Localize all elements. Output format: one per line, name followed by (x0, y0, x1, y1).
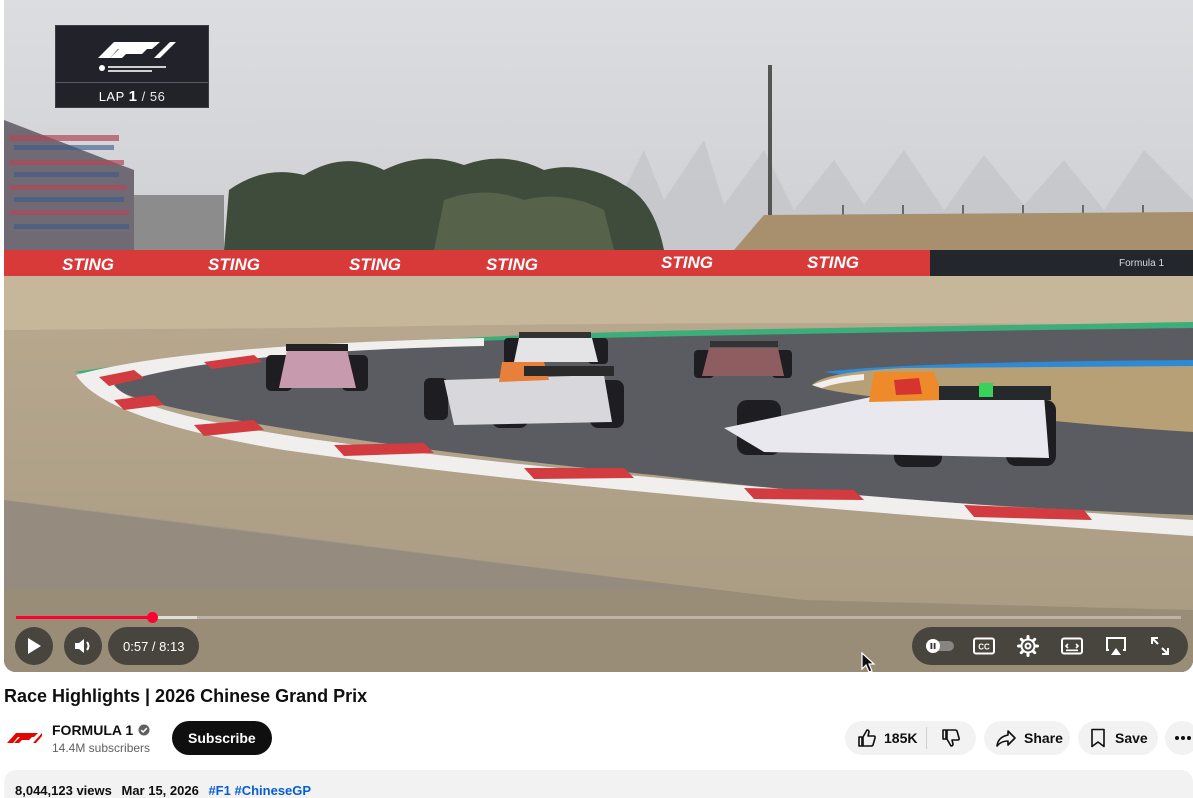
play-button[interactable] (15, 627, 53, 665)
fullscreen-button[interactable] (1142, 627, 1178, 665)
description-box[interactable]: 8,044,123 views Mar 15, 2026 #F1 #Chines… (4, 770, 1193, 798)
ad-board-text: STING (208, 255, 260, 274)
progress-played (16, 616, 153, 619)
thumbs-up-icon (858, 729, 876, 747)
dislike-button[interactable] (927, 728, 975, 748)
thumbs-down-icon (942, 729, 960, 747)
verified-badge-icon (138, 724, 150, 736)
volume-button[interactable] (64, 627, 102, 665)
lap-total: / 56 (141, 89, 166, 104)
captions-button[interactable]: CC (966, 627, 1002, 665)
fullscreen-icon (1151, 637, 1169, 655)
ad-board-text: STING (349, 255, 401, 274)
time-display: 0:57 / 8:13 (108, 627, 200, 665)
progress-bar[interactable] (16, 612, 1181, 623)
hashtag-link[interactable]: #F1 (208, 783, 230, 798)
settings-button[interactable] (1010, 627, 1046, 665)
like-count: 185K (884, 730, 918, 746)
settings-icon (1017, 635, 1039, 657)
captions-icon: CC (973, 637, 995, 655)
ad-board-text: Formula 1 (1119, 258, 1164, 269)
lap-divider (56, 82, 208, 83)
volume-icon (75, 639, 90, 653)
ad-board-text: STING (486, 255, 538, 274)
f1-logo-icon (98, 42, 176, 72)
upload-date: Mar 15, 2026 (121, 783, 199, 798)
airplay-icon (1106, 637, 1126, 655)
ad-board-text: STING (807, 253, 859, 272)
lap-word: LAP (98, 89, 125, 104)
channel-name-text[interactable]: FORMULA 1 (52, 722, 133, 738)
more-horizontal-icon (1175, 736, 1191, 740)
share-label: Share (1024, 730, 1063, 746)
more-actions-button[interactable] (1165, 721, 1193, 755)
video-title: Race Highlights | 2026 Chinese Grand Pri… (4, 686, 368, 706)
lap-label: LAP 1 / 56 (56, 88, 208, 105)
svg-text:CC: CC (978, 643, 990, 652)
share-icon (996, 730, 1016, 747)
subscribe-button[interactable]: Subscribe (172, 721, 272, 755)
save-button[interactable]: Save (1078, 721, 1158, 755)
channel-name[interactable]: FORMULA 1 (52, 722, 150, 738)
autoplay-toggle[interactable] (922, 627, 958, 665)
hashtag-link[interactable]: #ChineseGP (234, 783, 311, 798)
description-meta: 8,044,123 views Mar 15, 2026 #F1 #Chines… (15, 783, 311, 798)
mouse-cursor-icon (861, 652, 876, 673)
channel-row: FORMULA 1 14.4M subscribers Subscribe 18… (4, 718, 1193, 758)
autoplay-toggle-icon (926, 639, 954, 653)
like-dislike-group: 185K (845, 721, 976, 755)
video-player[interactable]: STING STING STING STING STING STING Form… (4, 0, 1193, 672)
channel-avatar[interactable] (6, 728, 42, 746)
save-label: Save (1115, 730, 1148, 746)
airplay-button[interactable] (1098, 627, 1134, 665)
player-right-controls: CC (912, 627, 1188, 665)
miniplayer-button[interactable] (1054, 627, 1090, 665)
bookmark-icon (1091, 728, 1105, 748)
view-count: 8,044,123 views (15, 783, 112, 798)
like-button[interactable]: 185K (845, 728, 926, 748)
ad-board-text: STING (62, 255, 114, 274)
lap-current: 1 (128, 88, 138, 105)
subscriber-count: 14.4M subscribers (52, 741, 151, 755)
lap-counter-overlay: LAP 1 / 56 (55, 25, 209, 108)
play-icon (28, 638, 41, 654)
ad-board-text: STING (661, 253, 713, 272)
miniplayer-icon (1061, 637, 1083, 655)
share-button[interactable]: Share (984, 721, 1070, 755)
